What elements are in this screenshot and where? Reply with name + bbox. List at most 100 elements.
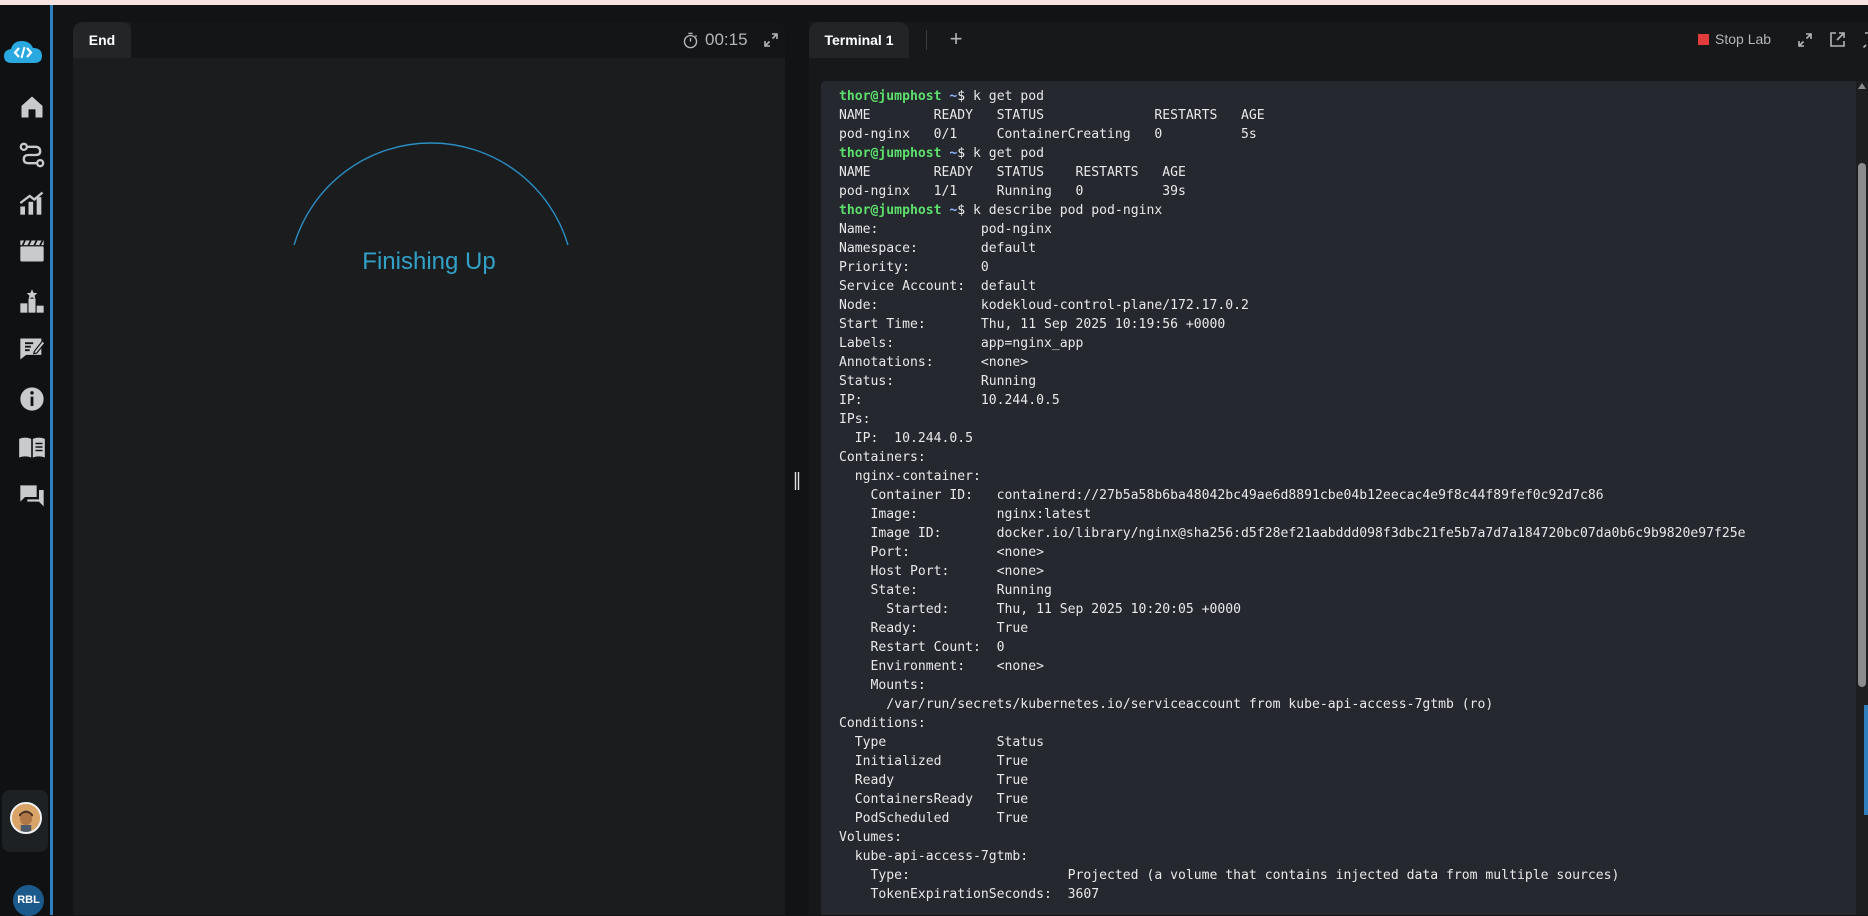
book-icon[interactable] bbox=[18, 433, 46, 461]
terminal-output-line: Node: kodekloud-control-plane/172.17.0.2 bbox=[839, 296, 1746, 315]
line-text: Image: nginx:latest bbox=[839, 507, 1092, 522]
line-text: Mounts: bbox=[839, 678, 926, 693]
terminal-output-line: IP: 10.244.0.5 bbox=[839, 391, 1746, 410]
line-text: Containers: bbox=[839, 450, 926, 465]
terminal[interactable]: thor@jumphost ~$ k get pod NAME READY STA… bbox=[821, 81, 1861, 915]
line-text: k describe pod pod-nginx bbox=[965, 203, 1163, 218]
terminal-output-line: Name: pod-nginx bbox=[839, 220, 1746, 239]
line-text: Name: pod-nginx bbox=[839, 222, 1052, 237]
line-text: Conditions: bbox=[839, 716, 926, 731]
user-avatar-container[interactable] bbox=[2, 790, 48, 852]
terminal-command-line: thor@jumphost ~$ k get pod bbox=[839, 87, 1746, 106]
terminal-output-line: IPs: bbox=[839, 410, 1746, 429]
terminal-output-line: Image ID: docker.io/library/nginx@sha256… bbox=[839, 524, 1746, 543]
pane-resize-handle[interactable] bbox=[793, 470, 801, 492]
terminal-output-line: Restart Count: 0 bbox=[839, 638, 1746, 657]
line-text: ContainersReady True bbox=[839, 792, 1029, 807]
expand-icon[interactable] bbox=[1797, 32, 1813, 48]
line-text: NAME READY STATUS RESTARTS AGE bbox=[839, 165, 1186, 180]
terminal-output-line: NAME READY STATUS RESTARTS AGE bbox=[839, 163, 1746, 182]
line-text: NAME READY STATUS RESTARTS AGE bbox=[839, 108, 1265, 123]
open-external-icon[interactable] bbox=[1829, 31, 1846, 48]
prompt-symbol: $ bbox=[957, 203, 966, 218]
line-text: Host Port: <none> bbox=[839, 564, 1044, 579]
terminal-command-line: thor@jumphost ~$ k describe pod pod-ngin… bbox=[839, 201, 1746, 220]
more-options-icon[interactable] bbox=[1861, 31, 1868, 48]
terminal-output-line: nginx-container: bbox=[839, 467, 1746, 486]
line-text: PodScheduled True bbox=[839, 811, 1029, 826]
tab-terminal-1[interactable]: Terminal 1 bbox=[809, 22, 909, 58]
tab-divider bbox=[926, 30, 927, 50]
line-text: Ready: True bbox=[839, 621, 1029, 636]
terminal-output-line: Initialized True bbox=[839, 752, 1746, 771]
terminal-output-line: Annotations: <none> bbox=[839, 353, 1746, 372]
user-initials-badge[interactable]: RBL bbox=[13, 885, 44, 916]
browser-top-strip bbox=[0, 0, 1868, 5]
line-text: Environment: <none> bbox=[839, 659, 1044, 674]
terminal-output: thor@jumphost ~$ k get pod NAME READY STA… bbox=[839, 87, 1746, 904]
line-text: Started: Thu, 11 Sep 2025 10:20:05 +0000 bbox=[839, 602, 1242, 617]
sidebar: RBL bbox=[0, 5, 50, 916]
info-icon[interactable] bbox=[18, 385, 46, 413]
left-pane: End 00:15 Finishing Up bbox=[73, 22, 785, 915]
line-text: /var/run/secrets/kubernetes.io/serviceac… bbox=[839, 697, 1494, 712]
stop-lab-button[interactable]: Stop Lab bbox=[1698, 31, 1771, 47]
line-text: Volumes: bbox=[839, 830, 903, 845]
leaderboard-icon[interactable] bbox=[18, 287, 46, 315]
scrollbar-thumb[interactable] bbox=[1858, 163, 1866, 687]
terminal-output-line: Labels: app=nginx_app bbox=[839, 334, 1746, 353]
line-text: Namespace: default bbox=[839, 241, 1037, 256]
line-text: Priority: 0 bbox=[839, 260, 989, 275]
terminal-output-line: TokenExpirationSeconds: 3607 bbox=[839, 885, 1746, 904]
line-text: Type: Projected (a volume that contains … bbox=[839, 868, 1620, 883]
video-icon[interactable] bbox=[18, 237, 46, 265]
terminal-output-line: Mounts: bbox=[839, 676, 1746, 695]
terminal-output-line: Priority: 0 bbox=[839, 258, 1746, 277]
terminal-output-line: Start Time: Thu, 11 Sep 2025 10:19:56 +0… bbox=[839, 315, 1746, 334]
line-text: Node: kodekloud-control-plane/172.17.0.2 bbox=[839, 298, 1249, 313]
expand-icon[interactable] bbox=[763, 32, 779, 48]
terminal-output-line: kube-api-access-7gtmb: bbox=[839, 847, 1746, 866]
timer-value: 00:15 bbox=[705, 30, 748, 49]
line-text: Restart Count: 0 bbox=[839, 640, 1005, 655]
notes-icon[interactable] bbox=[18, 335, 46, 363]
line-text: Type Status bbox=[839, 735, 1044, 750]
line-text: nginx-container: bbox=[839, 469, 981, 484]
terminal-output-line: Namespace: default bbox=[839, 239, 1746, 258]
tab-end[interactable]: End bbox=[73, 22, 131, 58]
line-text: pod-nginx 0/1 ContainerCreating 0 5s bbox=[839, 127, 1257, 142]
terminal-output-line: NAME READY STATUS RESTARTS AGE bbox=[839, 106, 1746, 125]
scroll-up-icon[interactable] bbox=[1858, 83, 1866, 89]
line-text: Status: Running bbox=[839, 374, 1037, 389]
page-scroll-indicator bbox=[1864, 705, 1868, 815]
prompt-user: thor@jumphost bbox=[839, 89, 942, 104]
prompt-user: thor@jumphost bbox=[839, 146, 942, 161]
chat-icon[interactable] bbox=[18, 483, 46, 511]
terminal-output-line: pod-nginx 0/1 ContainerCreating 0 5s bbox=[839, 125, 1746, 144]
stop-lab-label: Stop Lab bbox=[1715, 31, 1772, 47]
line-text: k get pod bbox=[965, 89, 1044, 104]
line-text: Service Account: default bbox=[839, 279, 1037, 294]
line-text: pod-nginx 1/1 Running 0 39s bbox=[839, 184, 1186, 199]
line-text: Annotations: <none> bbox=[839, 355, 1029, 370]
home-icon[interactable] bbox=[18, 93, 46, 121]
add-tab-button[interactable]: + bbox=[945, 28, 967, 52]
terminal-output-line: Ready: True bbox=[839, 619, 1746, 638]
line-text: Image ID: docker.io/library/nginx@sha256… bbox=[839, 526, 1746, 541]
prompt-user: thor@jumphost bbox=[839, 203, 942, 218]
terminal-output-line: pod-nginx 1/1 Running 0 39s bbox=[839, 182, 1746, 201]
terminal-output-line: Ready True bbox=[839, 771, 1746, 790]
terminal-output-line: /var/run/secrets/kubernetes.io/serviceac… bbox=[839, 695, 1746, 714]
kodekloud-logo-icon[interactable] bbox=[2, 37, 44, 69]
timer: 00:15 bbox=[682, 30, 748, 50]
terminal-output-line: State: Running bbox=[839, 581, 1746, 600]
avatar[interactable] bbox=[10, 802, 42, 834]
line-text: Container ID: containerd://27b5a58b6ba48… bbox=[839, 488, 1604, 503]
line-text: IP: 10.244.0.5 bbox=[839, 393, 1060, 408]
progress-chart-icon[interactable] bbox=[18, 189, 46, 217]
line-text: Start Time: Thu, 11 Sep 2025 10:19:56 +0… bbox=[839, 317, 1226, 332]
route-icon[interactable] bbox=[18, 141, 46, 169]
line-text: Initialized True bbox=[839, 754, 1029, 769]
prompt-symbol: $ bbox=[957, 89, 966, 104]
terminal-output-line: Type Status bbox=[839, 733, 1746, 752]
